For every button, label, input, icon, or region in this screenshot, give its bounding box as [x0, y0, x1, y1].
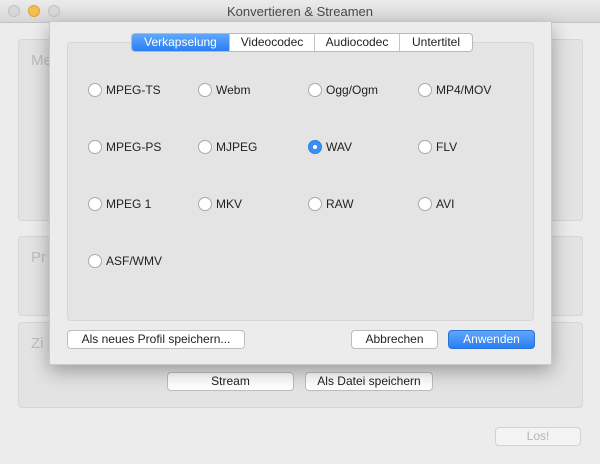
- go-button[interactable]: Los!: [495, 427, 581, 446]
- apply-button[interactable]: Anwenden: [448, 330, 535, 349]
- option-label: WAV: [326, 140, 352, 154]
- radio-button[interactable]: [308, 197, 322, 211]
- radio-button[interactable]: [308, 83, 322, 97]
- option-mpeg-1[interactable]: MPEG 1: [88, 196, 151, 212]
- radio-button[interactable]: [88, 197, 102, 211]
- radio-button[interactable]: [88, 254, 102, 268]
- option-mpeg-ps[interactable]: MPEG-PS: [88, 139, 161, 155]
- option-label: Ogg/Ogm: [326, 83, 379, 97]
- option-webm[interactable]: Webm: [198, 82, 250, 98]
- radio-button[interactable]: [88, 140, 102, 154]
- option-wav[interactable]: WAV: [308, 139, 352, 155]
- tab-subtitles[interactable]: Untertitel: [399, 34, 472, 51]
- option-label: MP4/MOV: [436, 83, 492, 97]
- option-label: ASF/WMV: [106, 254, 162, 268]
- option-mp4-mov[interactable]: MP4/MOV: [418, 82, 491, 98]
- tab-video-codec[interactable]: Videocodec: [229, 34, 314, 51]
- option-ogg-ogm[interactable]: Ogg/Ogm: [308, 82, 378, 98]
- option-label: FLV: [436, 140, 458, 154]
- option-label: MKV: [216, 197, 243, 211]
- option-raw[interactable]: RAW: [308, 196, 354, 212]
- radio-button[interactable]: [88, 83, 102, 97]
- radio-button[interactable]: [198, 197, 212, 211]
- option-label: AVI: [436, 197, 455, 211]
- option-mjpeg[interactable]: MJPEG: [198, 139, 257, 155]
- radio-button[interactable]: [418, 140, 432, 154]
- window-title: Konvertieren & Streamen: [227, 4, 373, 19]
- option-flv[interactable]: FLV: [418, 139, 457, 155]
- destination-section-label: Zi: [31, 335, 44, 352]
- tab-bar: Verkapselung Videocodec Audiocodec Unter…: [131, 33, 473, 52]
- cancel-button[interactable]: Abbrechen: [351, 330, 438, 349]
- option-mpeg-ts[interactable]: MPEG-TS: [88, 82, 161, 98]
- option-avi[interactable]: AVI: [418, 196, 454, 212]
- save-as-new-profile-button[interactable]: Als neues Profil speichern...: [67, 330, 245, 349]
- radio-button[interactable]: [198, 83, 212, 97]
- tab-encapsulation[interactable]: Verkapselung: [132, 34, 229, 51]
- option-label: MPEG-PS: [106, 140, 162, 154]
- profile-section-label: Pr: [31, 249, 46, 266]
- radio-button-selected[interactable]: [308, 140, 322, 154]
- radio-button[interactable]: [418, 197, 432, 211]
- radio-button[interactable]: [418, 83, 432, 97]
- stream-button[interactable]: Stream: [167, 372, 294, 391]
- option-label: MPEG 1: [106, 197, 152, 211]
- option-mkv[interactable]: MKV: [198, 196, 242, 212]
- tab-audio-codec[interactable]: Audiocodec: [314, 34, 399, 51]
- option-label: RAW: [326, 197, 354, 211]
- option-asf-wmv[interactable]: ASF/WMV: [88, 253, 162, 269]
- option-label: Webm: [216, 83, 251, 97]
- option-label: MJPEG: [216, 140, 258, 154]
- option-label: MPEG-TS: [106, 83, 161, 97]
- radio-button[interactable]: [198, 140, 212, 154]
- encapsulation-panel: MPEG-TS Webm Ogg/Ogm MP4/MOV MPEG-PS MJP…: [67, 42, 534, 321]
- encapsulation-dialog: Verkapselung Videocodec Audiocodec Unter…: [49, 22, 552, 365]
- save-as-file-button[interactable]: Als Datei speichern: [305, 372, 433, 391]
- title-bar: Konvertieren & Streamen: [0, 0, 600, 23]
